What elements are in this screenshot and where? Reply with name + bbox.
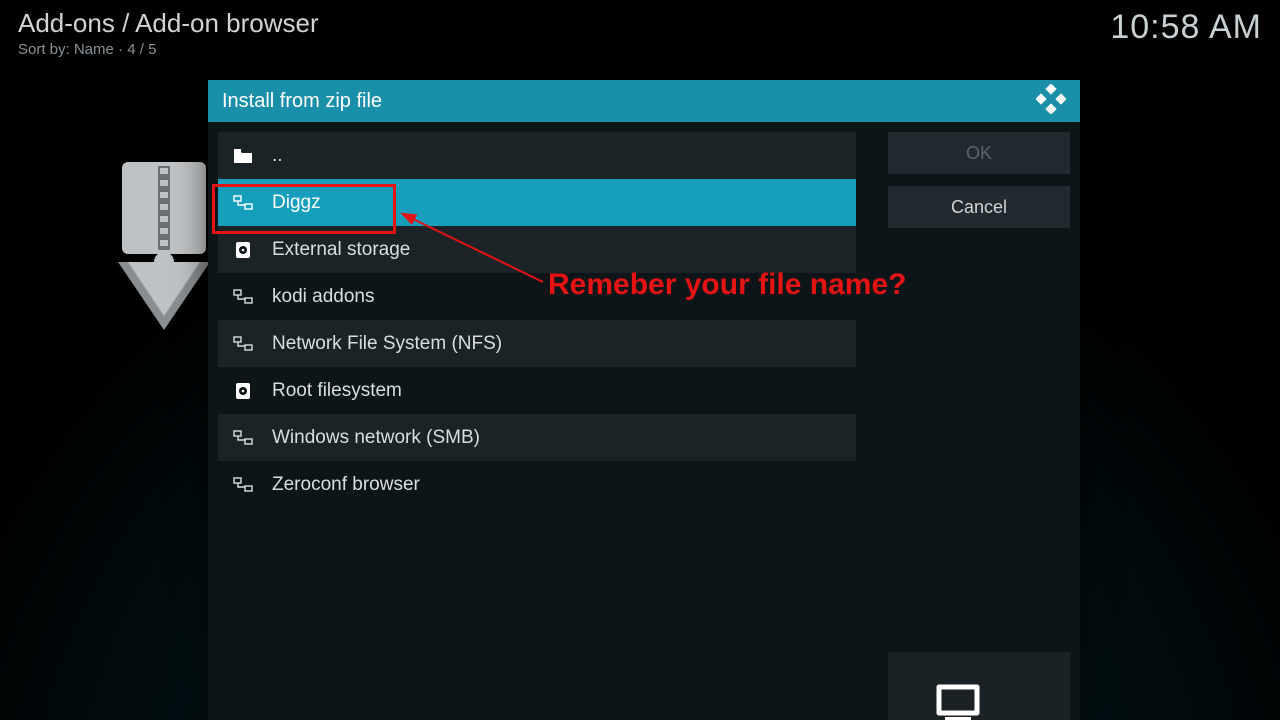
file-item[interactable]: Diggz xyxy=(218,179,856,226)
install-from-zip-dialog: Install from zip file .. Diggz External st… xyxy=(208,80,1080,720)
file-item-label: Diggz xyxy=(272,192,321,214)
sort-label: Sort by: Name xyxy=(18,41,114,58)
ok-button[interactable]: OK xyxy=(888,132,1070,174)
file-item[interactable]: kodi addons xyxy=(218,273,856,320)
file-item-label: External storage xyxy=(272,239,410,261)
dialog-titlebar: Install from zip file xyxy=(208,80,1080,122)
file-item-label: Network File System (NFS) xyxy=(272,333,502,355)
folder-icon xyxy=(232,148,254,164)
kodi-logo-icon xyxy=(1036,84,1066,119)
file-item-label: Zeroconf browser xyxy=(272,474,420,496)
file-item[interactable]: Network File System (NFS) xyxy=(218,320,856,367)
file-item-label: Root filesystem xyxy=(272,380,402,402)
preview-pane xyxy=(888,652,1070,720)
file-item[interactable]: Windows network (SMB) xyxy=(218,414,856,461)
network-icon xyxy=(232,336,254,352)
breadcrumb: Add-ons / Add-on browser xyxy=(18,8,319,39)
file-list[interactable]: .. Diggz External storage kodi addons Networ… xyxy=(218,132,856,508)
dialog-title: Install from zip file xyxy=(222,90,382,113)
network-computers-icon xyxy=(929,683,1029,720)
file-item[interactable]: .. xyxy=(218,132,856,179)
disk-icon xyxy=(232,382,254,400)
network-icon xyxy=(232,477,254,493)
file-item-label: .. xyxy=(272,145,283,167)
network-icon xyxy=(232,289,254,305)
network-icon xyxy=(232,195,254,211)
file-item[interactable]: Zeroconf browser xyxy=(218,461,856,508)
disk-icon xyxy=(232,241,254,259)
zip-file-icon xyxy=(118,162,210,337)
network-icon xyxy=(232,430,254,446)
file-item[interactable]: Root filesystem xyxy=(218,367,856,414)
sort-line: Sort by: Name · 4 / 5 xyxy=(18,41,319,58)
file-item[interactable]: External storage xyxy=(218,226,856,273)
clock: 10:58 AM xyxy=(1110,8,1262,47)
cancel-button[interactable]: Cancel xyxy=(888,186,1070,228)
file-item-label: Windows network (SMB) xyxy=(272,427,480,449)
file-item-label: kodi addons xyxy=(272,286,374,308)
sort-position: 4 / 5 xyxy=(127,41,156,58)
header: Add-ons / Add-on browser Sort by: Name ·… xyxy=(18,8,1262,58)
